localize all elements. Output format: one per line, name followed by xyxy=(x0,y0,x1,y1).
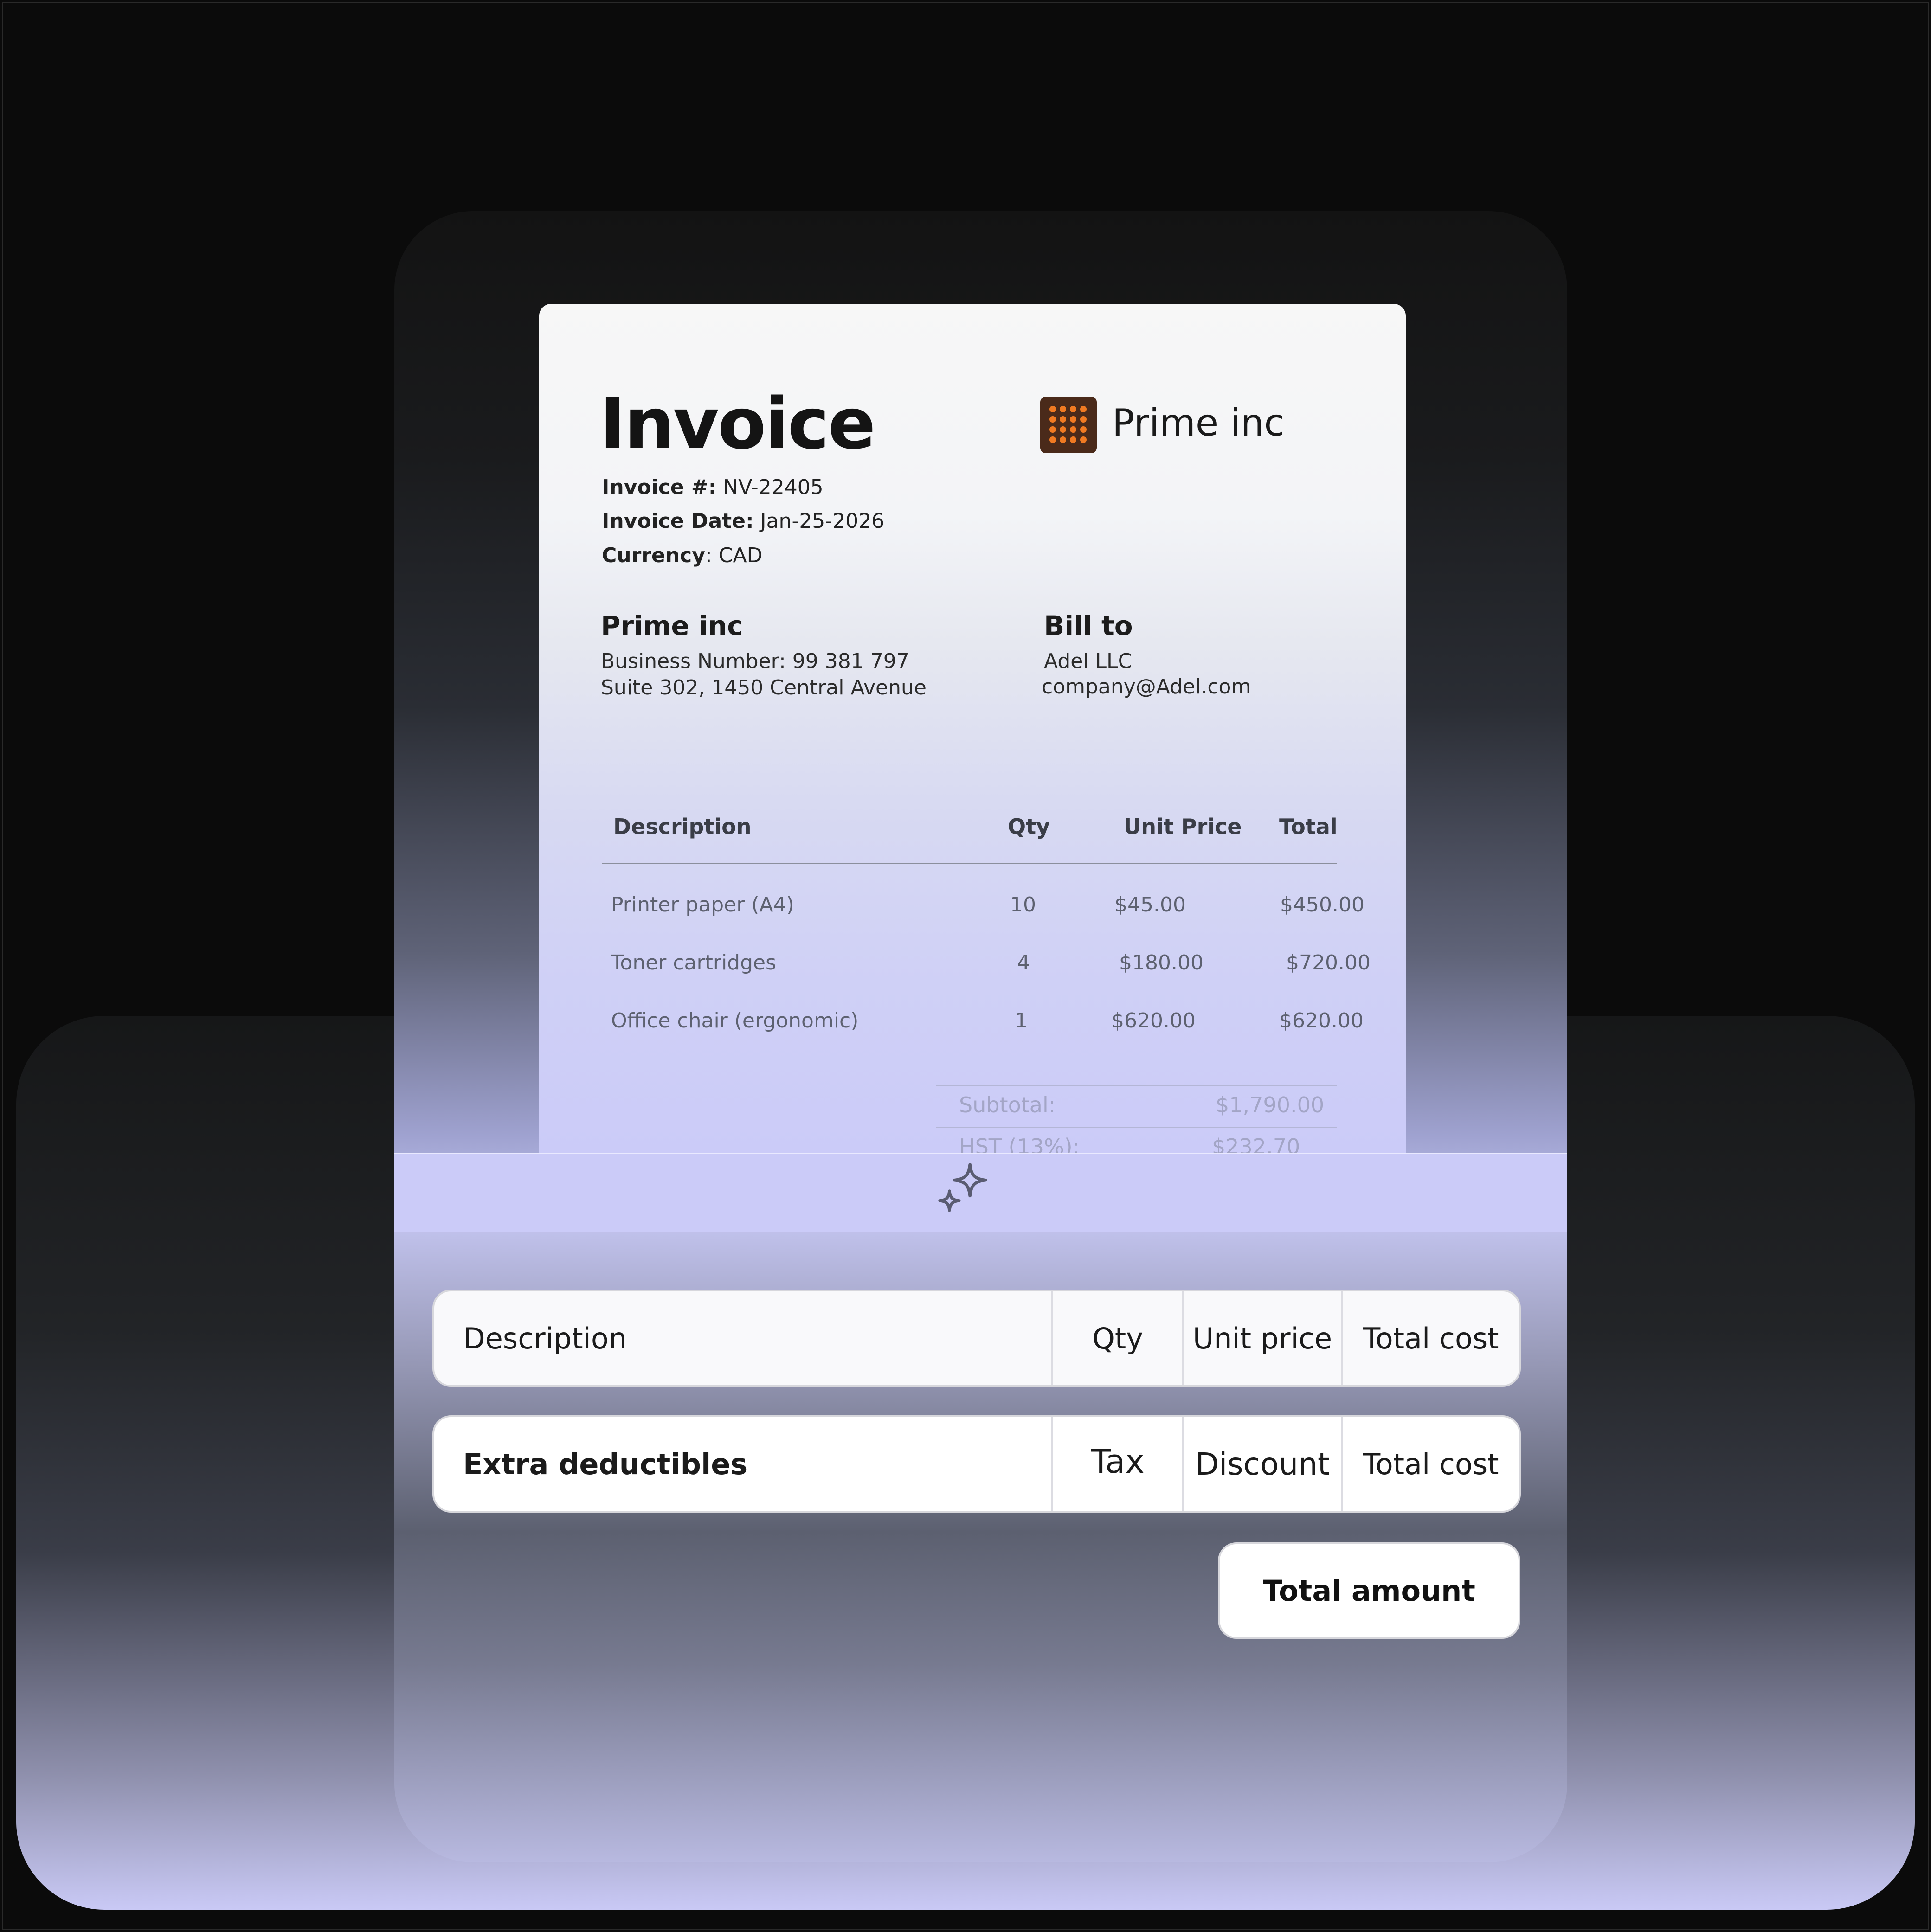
invoice-currency: Currency: CAD xyxy=(602,544,762,567)
tax-label: HST (13%): xyxy=(959,1134,1080,1153)
invoice-date-value: Jan-25-2026 xyxy=(753,509,885,533)
item-description: Office chair (ergonomic) xyxy=(611,1009,859,1033)
tax-divider xyxy=(936,1127,1337,1128)
field-row-deductibles: Extra deductibles Tax Discount Total cos… xyxy=(432,1415,1521,1513)
item-description: Printer paper (A4) xyxy=(611,893,794,917)
field-qty[interactable]: Qty xyxy=(1051,1291,1182,1385)
col-qty: Qty xyxy=(1008,814,1050,839)
brand-name: Prime inc xyxy=(1112,401,1285,444)
subtotal-divider xyxy=(936,1085,1337,1086)
item-total: $620.00 xyxy=(1279,1009,1364,1033)
col-description: Description xyxy=(613,814,752,839)
field-extra-deductibles[interactable]: Extra deductibles xyxy=(434,1417,1051,1511)
item-unit-price: $180.00 xyxy=(1119,951,1204,975)
brand-logo-icon xyxy=(1040,397,1097,453)
field-tax[interactable]: Tax xyxy=(1051,1417,1182,1511)
field-description[interactable]: Description xyxy=(434,1291,1051,1385)
invoice-date-label: Invoice Date: xyxy=(602,509,754,533)
field-unit-price[interactable]: Unit price xyxy=(1182,1291,1341,1385)
currency-value: : CAD xyxy=(705,544,763,567)
field-discount[interactable]: Discount xyxy=(1182,1417,1341,1511)
invoice-document: Invoice Prime inc Invoice #: NV-22405 In… xyxy=(539,304,1406,1153)
field-total-cost[interactable]: Total cost xyxy=(1341,1291,1519,1385)
item-description: Toner cartridges xyxy=(611,951,777,975)
item-unit-price: $45.00 xyxy=(1114,893,1186,917)
item-unit-price: $620.00 xyxy=(1111,1009,1196,1033)
item-total: $720.00 xyxy=(1286,951,1371,975)
item-total: $450.00 xyxy=(1280,893,1365,917)
item-qty: 1 xyxy=(1015,1009,1028,1033)
main-card: Invoice Prime inc Invoice #: NV-22405 In… xyxy=(394,211,1567,1862)
subtotal-value: $1,790.00 xyxy=(1216,1092,1325,1117)
field-row-line-items: Description Qty Unit price Total cost xyxy=(432,1290,1521,1387)
invoice-title: Invoice xyxy=(599,383,876,465)
item-qty: 4 xyxy=(1017,951,1030,975)
currency-label: Currency xyxy=(602,544,705,567)
total-amount-button[interactable]: Total amount xyxy=(1218,1542,1520,1639)
table-header-divider xyxy=(602,863,1337,864)
from-heading: Prime inc xyxy=(601,610,743,642)
field-total-cost-2[interactable]: Total cost xyxy=(1341,1417,1519,1511)
item-qty: 10 xyxy=(1010,893,1036,917)
bill-to-heading: Bill to xyxy=(1044,610,1133,642)
invoice-date: Invoice Date: Jan-25-2026 xyxy=(602,509,884,533)
invoice-number: Invoice #: NV-22405 xyxy=(602,475,824,499)
business-number: Business Number: 99 381 797 xyxy=(601,649,909,673)
from-address: Suite 302, 1450 Central Avenue xyxy=(601,676,927,700)
sparkle-icon xyxy=(938,1163,987,1212)
bill-to-email: company@Adel.com xyxy=(1042,675,1251,699)
invoice-number-value: NV-22405 xyxy=(716,475,824,499)
tax-value: $232.70 xyxy=(1212,1134,1300,1153)
invoice-number-label: Invoice #: xyxy=(602,475,717,499)
subtotal-label: Subtotal: xyxy=(959,1092,1056,1117)
bill-to-company: Adel LLC xyxy=(1044,649,1133,673)
col-total: Total xyxy=(1279,814,1338,839)
col-unit-price: Unit Price xyxy=(1124,814,1242,839)
